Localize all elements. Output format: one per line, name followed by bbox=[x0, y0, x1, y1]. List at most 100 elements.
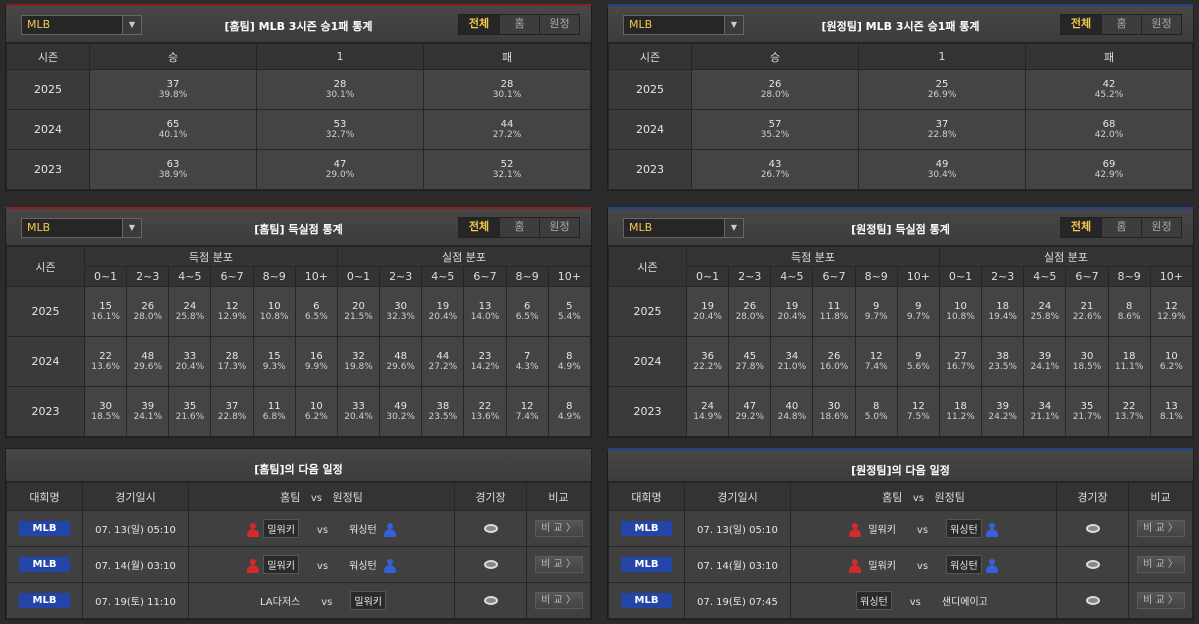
stat-cell: 52 32.1% bbox=[423, 149, 591, 190]
home-team-name[interactable]: 밀워키 bbox=[865, 556, 899, 573]
stadium-icon[interactable] bbox=[1085, 559, 1100, 569]
tab-home[interactable]: 홈 bbox=[1101, 218, 1141, 237]
stat-count: 8 bbox=[873, 400, 880, 412]
stat-count: 13 bbox=[478, 300, 492, 312]
league-badge[interactable]: MLB bbox=[19, 521, 70, 536]
record-table: 시즌 승 1 패 2025 37 39.8% 28 30.1% 28 30.1% 2024 65… bbox=[6, 43, 591, 190]
tab-home[interactable]: 홈 bbox=[499, 218, 539, 237]
stat-cell: 40 24.8% bbox=[770, 386, 814, 437]
away-team-name[interactable]: 워싱턴 bbox=[346, 556, 380, 573]
tab-home[interactable]: 홈 bbox=[1101, 15, 1141, 34]
tab-all[interactable]: 전체 bbox=[459, 218, 499, 237]
season-row: 2025 37 39.8% 28 30.1% 28 30.1% bbox=[6, 69, 591, 110]
home-team-icon bbox=[247, 523, 260, 537]
stadium-icon[interactable] bbox=[483, 559, 498, 569]
stat-count: 23 bbox=[478, 350, 492, 362]
stat-cell: 10 6.2% bbox=[1149, 336, 1194, 387]
compare-button[interactable]: 비 교 〉 bbox=[1136, 520, 1185, 537]
season-cell: 2024 bbox=[6, 336, 85, 387]
home-team-name[interactable]: LA다저스 bbox=[257, 592, 303, 609]
stat-percent: 4.9% bbox=[557, 361, 581, 372]
compare-button[interactable]: 비 교 〉 bbox=[1136, 592, 1185, 609]
compare-button[interactable]: 비 교 〉 bbox=[534, 520, 583, 537]
stat-count: 9 bbox=[915, 350, 922, 362]
stat-count: 10 bbox=[267, 300, 281, 312]
tab-all[interactable]: 전체 bbox=[459, 15, 499, 34]
league-badge[interactable]: MLB bbox=[19, 593, 70, 608]
away-team-name[interactable]: 밀워키 bbox=[350, 591, 386, 610]
matchup-cell: 밀워키 vs 워싱턴 bbox=[188, 510, 455, 547]
away-team-icon bbox=[985, 559, 998, 573]
stat-percent: 18.5% bbox=[91, 411, 120, 422]
stat-percent: 20.4% bbox=[175, 361, 205, 372]
stat-percent: 8.1% bbox=[1159, 411, 1183, 422]
matchup-cell: LA다저스 vs 밀워키 bbox=[188, 582, 455, 619]
home-team-name[interactable]: 워싱턴 bbox=[856, 591, 892, 610]
season-row: 2023 63 38.9% 47 29.0% 52 32.1% bbox=[6, 149, 591, 190]
stat-cell: 8 5.0% bbox=[854, 386, 898, 437]
stadium-icon[interactable] bbox=[483, 595, 498, 605]
tab-away[interactable]: 원정 bbox=[539, 15, 579, 34]
stat-count: 35 bbox=[1080, 400, 1094, 412]
stat-cell: 22 13.6% bbox=[463, 386, 507, 437]
bin-header: 0~1 bbox=[83, 266, 128, 287]
compare-button[interactable]: 비 교 〉 bbox=[534, 556, 583, 573]
stat-count: 12 bbox=[869, 350, 883, 362]
stat-percent: 27.2% bbox=[492, 129, 522, 140]
bin-header: 10+ bbox=[1149, 266, 1194, 287]
stat-cell: 26 28.0% bbox=[126, 286, 170, 337]
away-team-name[interactable]: 워싱턴 bbox=[946, 555, 982, 574]
stat-count: 49 bbox=[394, 400, 408, 412]
stat-count: 18 bbox=[954, 400, 967, 412]
tab-away[interactable]: 원정 bbox=[1141, 218, 1181, 237]
datetime-cell: 07. 19(토) 07:45 bbox=[684, 582, 791, 619]
stadium-icon[interactable] bbox=[1085, 595, 1100, 605]
stat-percent: 22.8% bbox=[927, 129, 957, 140]
competition-cell: MLB bbox=[608, 510, 685, 547]
stadium-icon[interactable] bbox=[483, 523, 498, 533]
league-badge[interactable]: MLB bbox=[621, 557, 672, 572]
compare-button[interactable]: 비 교 〉 bbox=[1136, 556, 1185, 573]
tab-away[interactable]: 원정 bbox=[539, 218, 579, 237]
stat-cell: 49 30.2% bbox=[379, 386, 423, 437]
stat-count: 8 bbox=[566, 400, 573, 412]
datetime-cell: 07. 19(토) 11:10 bbox=[82, 582, 189, 619]
tab-home[interactable]: 홈 bbox=[499, 15, 539, 34]
stat-percent: 20.4% bbox=[693, 311, 722, 322]
venue-cell bbox=[454, 546, 527, 583]
home-team-name[interactable]: 밀워키 bbox=[865, 520, 899, 537]
schedule-row: MLB 07. 19(토) 07:45 워싱턴 vs 샌디에이고 비 교 〉 bbox=[608, 582, 1193, 619]
stat-count: 26 bbox=[743, 300, 757, 312]
schedule-row: MLB 07. 14(월) 03:10 밀워키 vs 워싱턴 비 교 〉 bbox=[608, 546, 1193, 583]
stat-count: 9 bbox=[873, 300, 880, 312]
stat-count: 5 bbox=[566, 300, 573, 312]
compare-cell: 비 교 〉 bbox=[526, 510, 591, 547]
compare-button[interactable]: 비 교 〉 bbox=[534, 592, 583, 609]
league-badge[interactable]: MLB bbox=[19, 557, 70, 572]
stat-cell: 15 16.1% bbox=[83, 286, 128, 337]
home-team-name[interactable]: 밀워키 bbox=[263, 519, 299, 538]
stat-count: 8 bbox=[1125, 300, 1133, 312]
league-badge[interactable]: MLB bbox=[621, 521, 672, 536]
tab-all[interactable]: 전체 bbox=[1061, 15, 1101, 34]
header-conceded: 실점 분포 bbox=[336, 246, 592, 267]
stat-count: 45 bbox=[743, 350, 757, 362]
away-team-name[interactable]: 워싱턴 bbox=[346, 520, 380, 537]
header-season: 시즌 bbox=[608, 246, 687, 287]
stadium-icon[interactable] bbox=[1085, 523, 1100, 533]
stat-percent: 21.5% bbox=[344, 311, 373, 322]
tab-all[interactable]: 전체 bbox=[1061, 218, 1101, 237]
season-cell: 2023 bbox=[608, 149, 692, 190]
bin-header: 2~3 bbox=[379, 266, 423, 287]
header-loss: 패 bbox=[1025, 43, 1193, 70]
tab-away[interactable]: 원정 bbox=[1141, 15, 1181, 34]
away-team-name[interactable]: 샌디에이고 bbox=[939, 592, 991, 609]
header-matchup: 홈팀 vs 원정팀 bbox=[188, 482, 455, 511]
away-team-name[interactable]: 워싱턴 bbox=[946, 519, 982, 538]
matchup-cell: 워싱턴 vs 샌디에이고 bbox=[790, 582, 1057, 619]
league-badge[interactable]: MLB bbox=[621, 593, 672, 608]
home-team-name[interactable]: 밀워키 bbox=[263, 555, 299, 574]
header-season: 시즌 bbox=[6, 246, 85, 287]
stat-count: 25 bbox=[935, 78, 949, 90]
stat-percent: 29.2% bbox=[735, 411, 765, 422]
